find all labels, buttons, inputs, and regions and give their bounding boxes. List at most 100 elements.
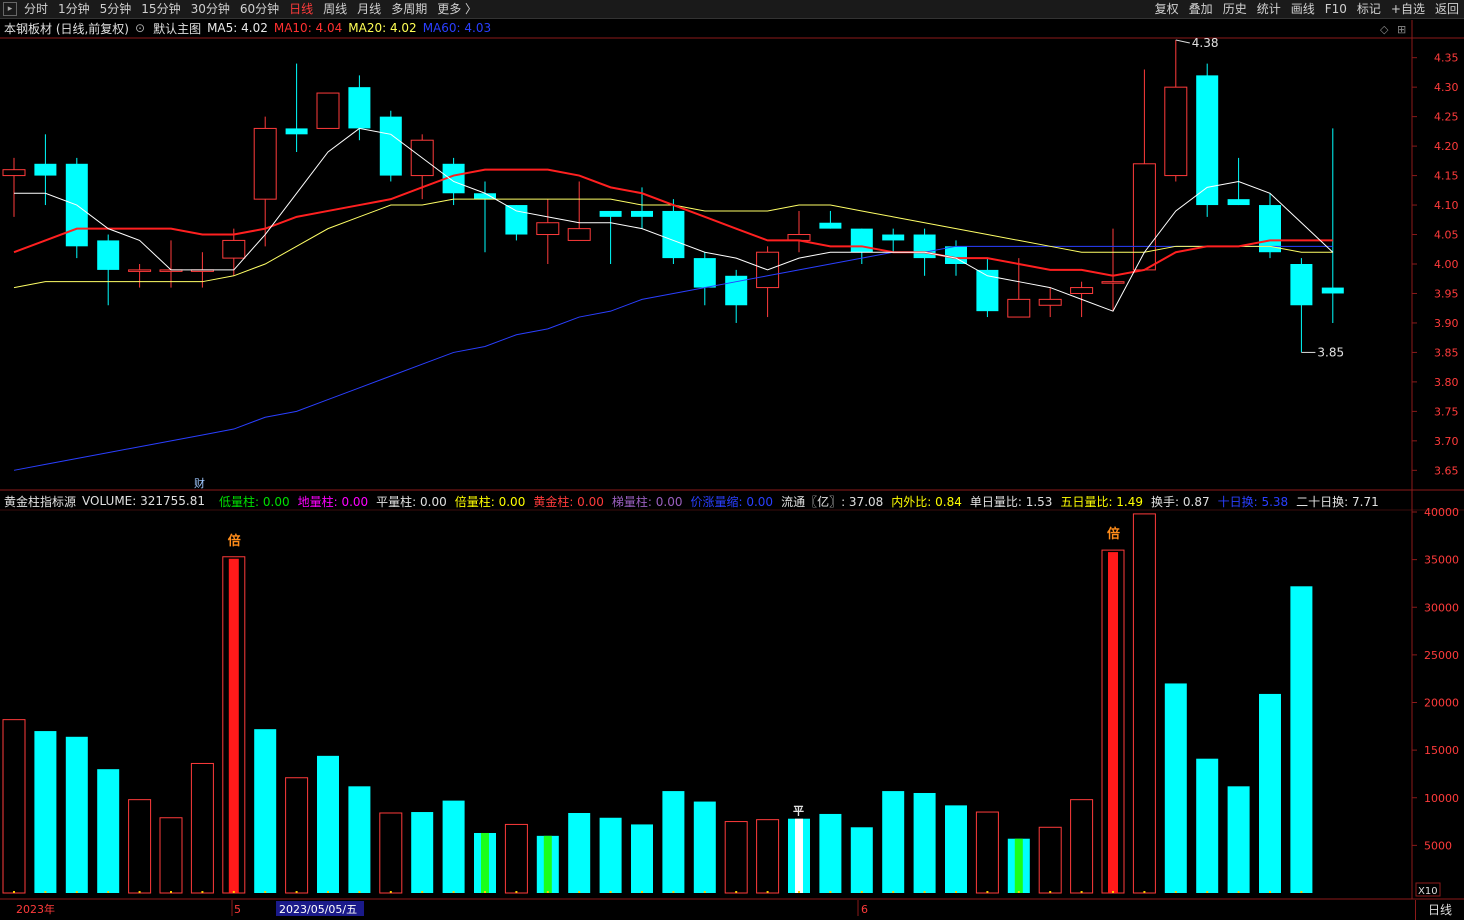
date-label-3: 6: [861, 903, 868, 916]
volume-bar-16: [504, 823, 528, 894]
volume-marker-1: 倍: [1107, 526, 1120, 542]
base-dot-26: [829, 891, 832, 893]
candle-body-9: [285, 128, 308, 135]
base-dot-30: [955, 891, 957, 893]
base-dot-3: [107, 891, 110, 893]
price-tick-label-5: 4.10: [1434, 199, 1459, 212]
candle-body-34: [1070, 287, 1094, 294]
volume-bar-4: [128, 799, 152, 894]
low-price-label: 3.85: [1317, 345, 1344, 359]
base-dot-10: [327, 891, 329, 893]
event-marker: 财: [194, 476, 205, 490]
candle-body-20: [631, 210, 653, 217]
gold-bar-core-7: [228, 558, 239, 893]
base-dot-23: [735, 891, 738, 893]
volume-bar-20: [631, 824, 653, 893]
base-dot-11: [358, 891, 361, 893]
volume-tick-label-2: 30000: [1424, 601, 1459, 614]
period-label[interactable]: 日线: [1415, 900, 1464, 920]
layout-icon: ⊞: [1397, 23, 1406, 36]
candle-body-41: [1290, 264, 1313, 306]
candle-body-21: [662, 210, 685, 259]
volume-bar-0: [2, 719, 26, 894]
volume-bar-40: [1259, 693, 1281, 893]
candle-body-30: [945, 246, 967, 264]
candle-body-35: [1101, 281, 1125, 284]
volume-bar-39: [1227, 786, 1250, 893]
candle-body-18: [567, 228, 591, 241]
date-label-0: 2023年: [16, 902, 55, 916]
candle-body-28: [882, 234, 905, 241]
volume-bar-31: [975, 811, 999, 894]
price-tick-label-6: 4.05: [1434, 229, 1459, 242]
volume-bar-37: [1164, 683, 1187, 893]
base-dot-4: [138, 891, 141, 893]
volume-bar-34: [1070, 799, 1094, 894]
base-dot-8: [264, 891, 267, 893]
base-dot-7: [232, 891, 235, 893]
base-dot-28: [892, 891, 895, 893]
price-tick-label-7: 4.00: [1434, 258, 1459, 271]
volume-bar-6: [190, 762, 214, 894]
volume-bar-11: [348, 786, 371, 893]
candle-body-36: [1132, 163, 1156, 271]
date-label-2: 2023/05/05/五: [279, 903, 357, 916]
low-bar-core-17: [543, 835, 552, 893]
base-dot-20: [641, 891, 643, 893]
price-tick-label-4: 4.15: [1434, 170, 1459, 183]
volume-tick-label-1: 35000: [1424, 554, 1459, 567]
diamond-icon: ◇: [1380, 23, 1389, 36]
date-label-1: 5: [234, 903, 241, 916]
candle-body-22: [693, 258, 716, 288]
gold-bar-core-35: [1108, 552, 1118, 893]
base-dot-14: [452, 891, 455, 893]
base-dot-12: [389, 891, 392, 893]
volume-tick-label-4: 20000: [1424, 697, 1459, 710]
volume-bar-10: [317, 755, 339, 893]
volume-bar-33: [1038, 826, 1062, 894]
base-dot-22: [703, 891, 706, 893]
volume-bar-3: [97, 769, 120, 893]
volume-bar-38: [1196, 758, 1219, 893]
base-dot-0: [13, 891, 15, 893]
volume-bar-26: [819, 813, 842, 893]
low-bar-core-15: [481, 832, 489, 893]
base-dot-37: [1174, 891, 1177, 893]
candle-body-1: [34, 163, 57, 176]
candle-body-3: [97, 240, 120, 270]
candle-body-17: [536, 222, 560, 236]
base-dot-13: [421, 891, 424, 893]
low-bar-core-32: [1014, 838, 1023, 893]
price-tick-label-3: 4.20: [1434, 140, 1459, 153]
price-tick-label-14: 3.65: [1434, 464, 1459, 477]
volume-marker-0: 倍: [228, 533, 241, 549]
volume-bar-9: [285, 777, 309, 894]
candle-body-26: [819, 222, 842, 229]
base-dot-5: [170, 891, 172, 893]
volume-bar-24: [756, 819, 780, 894]
candle-body-10: [316, 92, 340, 129]
x10-label: X10: [1418, 886, 1438, 897]
volume-tick-label-6: 10000: [1424, 792, 1459, 805]
candle-body-0: [2, 169, 26, 177]
volume-bar-19: [599, 817, 622, 893]
volume-tick-label-3: 25000: [1424, 649, 1459, 662]
base-dot-41: [1300, 891, 1303, 893]
base-dot-32: [1017, 891, 1020, 893]
candle-body-16: [505, 205, 528, 235]
price-tick-label-13: 3.70: [1434, 435, 1459, 448]
base-dot-9: [295, 891, 298, 893]
stock-chart[interactable]: 4.35 4.30 4.25 4.20 4.15 4.10 4.05 4.00 3.95 3.90…: [0, 0, 1464, 920]
candle-body-32: [1007, 298, 1031, 318]
base-dot-29: [923, 891, 926, 893]
base-dot-34: [1080, 891, 1083, 893]
candle-body-42: [1321, 287, 1344, 294]
candle-body-37: [1164, 86, 1188, 177]
base-dot-2: [75, 891, 78, 893]
base-dot-35: [1112, 891, 1114, 893]
candle-body-15: [474, 193, 496, 200]
base-dot-36: [1143, 891, 1146, 893]
volume-bar-13: [411, 812, 434, 893]
base-dot-24: [766, 891, 769, 893]
volume-bar-41: [1290, 586, 1313, 893]
